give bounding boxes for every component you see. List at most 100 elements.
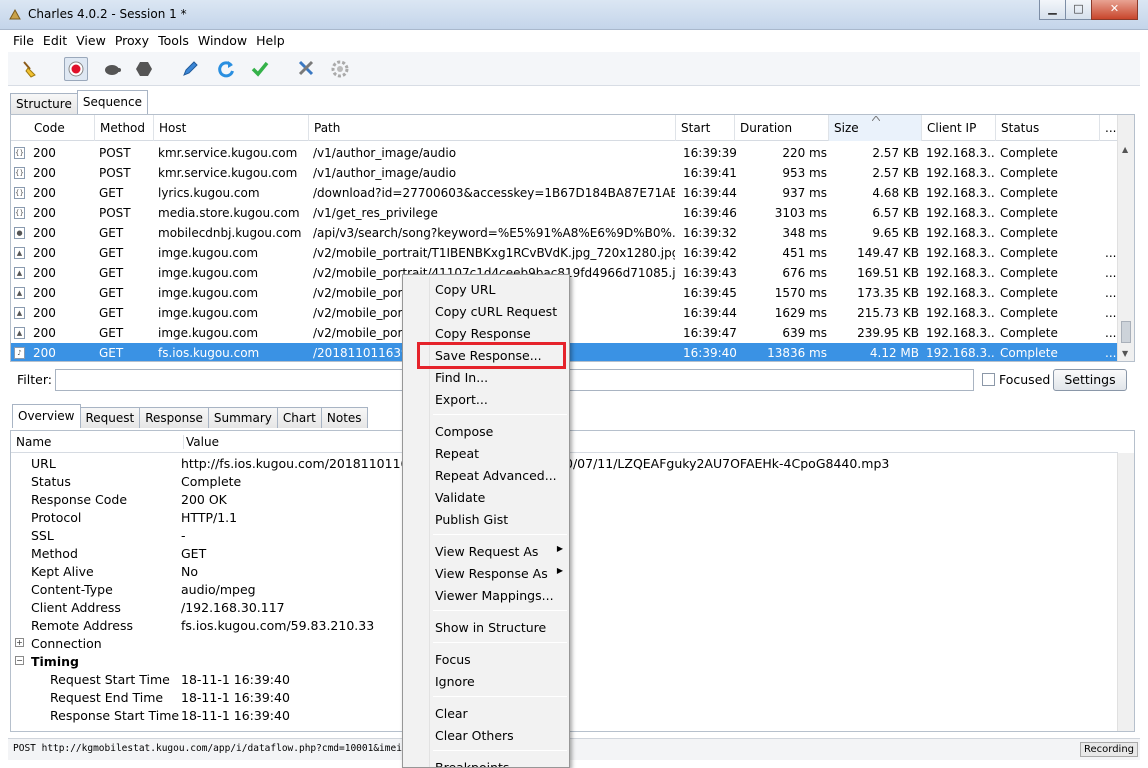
column-start[interactable]: Start	[676, 115, 735, 141]
column-client-ip[interactable]: Client IP	[922, 115, 996, 141]
table-row[interactable]: {} 200 GET lyrics.kugou.com/download?id=277…	[11, 183, 1118, 203]
menu-view[interactable]: View	[71, 30, 110, 48]
context-menu-label: Clear	[435, 706, 468, 721]
settings-button[interactable]: Settings	[1053, 369, 1127, 391]
context-menu-item[interactable]: Validate	[403, 486, 569, 508]
column-code[interactable]: Code	[29, 115, 95, 141]
context-menu-item[interactable]: Repeat Advanced...	[403, 464, 569, 486]
overview-scrollbar[interactable]	[1117, 453, 1134, 731]
pen-icon[interactable]	[178, 57, 202, 81]
cell-method: GET	[99, 186, 124, 200]
scroll-down-arrow[interactable]: ▼	[1122, 349, 1128, 358]
scroll-thumb[interactable]	[1121, 321, 1131, 343]
cell-duration: 639 ms	[782, 326, 827, 340]
cell-start: 16:39:39	[683, 146, 737, 160]
menu-bar: File Edit View Proxy Tools Window Help	[8, 30, 1140, 52]
cell-ip: 192.168.3...	[926, 206, 996, 220]
context-menu-item[interactable]: Viewer Mappings...	[403, 584, 569, 606]
column-path[interactable]: Path	[309, 115, 676, 141]
context-menu-item[interactable]: Copy URL	[403, 278, 569, 300]
overview-value: /192.168.30.117	[181, 600, 285, 615]
request-type-icon: ♪	[14, 347, 25, 359]
context-menu-item[interactable]: Export...	[403, 388, 569, 410]
tab-overview[interactable]: Overview	[12, 404, 81, 428]
hexagon-icon[interactable]	[132, 57, 156, 81]
collapse-icon[interactable]: −	[15, 656, 24, 665]
menu-help[interactable]: Help	[251, 30, 289, 48]
cell-size: 4.68 KB	[872, 186, 919, 200]
recording-indicator[interactable]: Recording	[1080, 742, 1139, 757]
close-button[interactable]: ✕	[1091, 0, 1138, 20]
column-duration[interactable]: Duration	[735, 115, 829, 141]
turtle-icon[interactable]	[100, 57, 124, 81]
table-row[interactable]: {} 200 POST kmr.service.kugou.com/v1/author…	[11, 143, 1118, 163]
context-menu-label: View Request As	[435, 544, 539, 559]
filter-label: Filter:	[17, 372, 52, 387]
status-bar: POST http://kgmobilestat.kugou.com/app/i…	[8, 738, 1140, 760]
cell-size: 2.57 KB	[872, 146, 919, 160]
menu-edit[interactable]: Edit	[38, 30, 71, 48]
column-host[interactable]: Host	[154, 115, 309, 141]
refresh-icon[interactable]	[214, 57, 238, 81]
menu-separator	[433, 414, 567, 415]
cell-method: GET	[99, 266, 124, 280]
table-scrollbar[interactable]: ▲ ▼	[1117, 115, 1134, 361]
context-menu-item[interactable]: Copy cURL Request	[403, 300, 569, 322]
menu-tools[interactable]: Tools	[153, 30, 193, 48]
tab-response[interactable]: Response	[139, 407, 209, 428]
table-row[interactable]: {} 200 POST media.store.kugou.com/v1/get_re…	[11, 203, 1118, 223]
context-menu-label: Validate	[435, 490, 486, 505]
table-row[interactable]: ● 200 GET mobilecdnbj.kugou.com/api/v3/sear…	[11, 223, 1118, 243]
tools-icon[interactable]	[294, 57, 318, 81]
context-menu-item[interactable]: Find In...	[403, 366, 569, 388]
menu-proxy[interactable]: Proxy	[110, 30, 153, 48]
context-menu-label: Focus	[435, 652, 471, 667]
context-menu-item[interactable]: Compose	[403, 420, 569, 442]
context-menu-item[interactable]: Repeat	[403, 442, 569, 464]
cell-code: 200	[33, 206, 56, 220]
context-menu-item[interactable]: View Request As ▶	[403, 540, 569, 562]
menu-separator	[433, 610, 567, 611]
context-menu-label: Ignore	[435, 674, 475, 689]
gear-icon[interactable]	[328, 57, 352, 81]
cell-method: GET	[99, 306, 124, 320]
cell-start: 16:39:45	[683, 286, 737, 300]
tab-notes[interactable]: Notes	[320, 407, 368, 428]
context-menu-item[interactable]: Ignore	[403, 670, 569, 692]
tab-summary[interactable]: Summary	[207, 407, 278, 428]
context-menu-item[interactable]: Clear	[403, 702, 569, 724]
context-menu-item[interactable]: Breakpoints	[403, 756, 569, 767]
expand-icon[interactable]: +	[15, 638, 24, 647]
context-menu-label: Export...	[435, 392, 488, 407]
cell-method: GET	[99, 346, 124, 360]
maximize-button[interactable]: □	[1065, 0, 1092, 20]
context-menu-item[interactable]: Publish Gist	[403, 508, 569, 530]
column-status[interactable]: Status	[996, 115, 1100, 141]
focused-checkbox[interactable]	[982, 373, 995, 386]
context-menu-item[interactable]: Copy Response	[403, 322, 569, 344]
table-row[interactable]: ▲ 200 GET imge.kugou.com/v2/mobile_portrait…	[11, 243, 1118, 263]
context-menu-label: Copy cURL Request	[435, 304, 558, 319]
context-menu-item[interactable]: View Response As ▶	[403, 562, 569, 584]
cell-code: 200	[33, 186, 56, 200]
context-menu-item[interactable]: Show in Structure	[403, 616, 569, 638]
minimize-button[interactable]: ▁	[1039, 0, 1066, 20]
scroll-up-arrow[interactable]: ▲	[1122, 145, 1128, 154]
record-icon[interactable]	[64, 57, 88, 81]
overview-name: Remote Address	[31, 618, 133, 633]
context-menu-item[interactable]: Focus	[403, 648, 569, 670]
cell-ip: 192.168.3...	[926, 186, 996, 200]
column-method[interactable]: Method	[95, 115, 154, 141]
menu-separator	[433, 696, 567, 697]
tab-sequence[interactable]: Sequence	[76, 90, 149, 114]
menu-file[interactable]: File	[8, 30, 38, 48]
tab-chart[interactable]: Chart	[276, 407, 322, 428]
check-icon[interactable]	[248, 57, 272, 81]
context-menu-item[interactable]: Clear Others	[403, 724, 569, 746]
menu-window[interactable]: Window	[193, 30, 251, 48]
broom-icon[interactable]	[18, 57, 42, 81]
tab-structure[interactable]: Structure	[10, 93, 78, 114]
table-row[interactable]: {} 200 POST kmr.service.kugou.com/v1/author…	[11, 163, 1118, 183]
cell-status: Complete	[1000, 166, 1058, 180]
tab-request[interactable]: Request	[79, 407, 141, 428]
